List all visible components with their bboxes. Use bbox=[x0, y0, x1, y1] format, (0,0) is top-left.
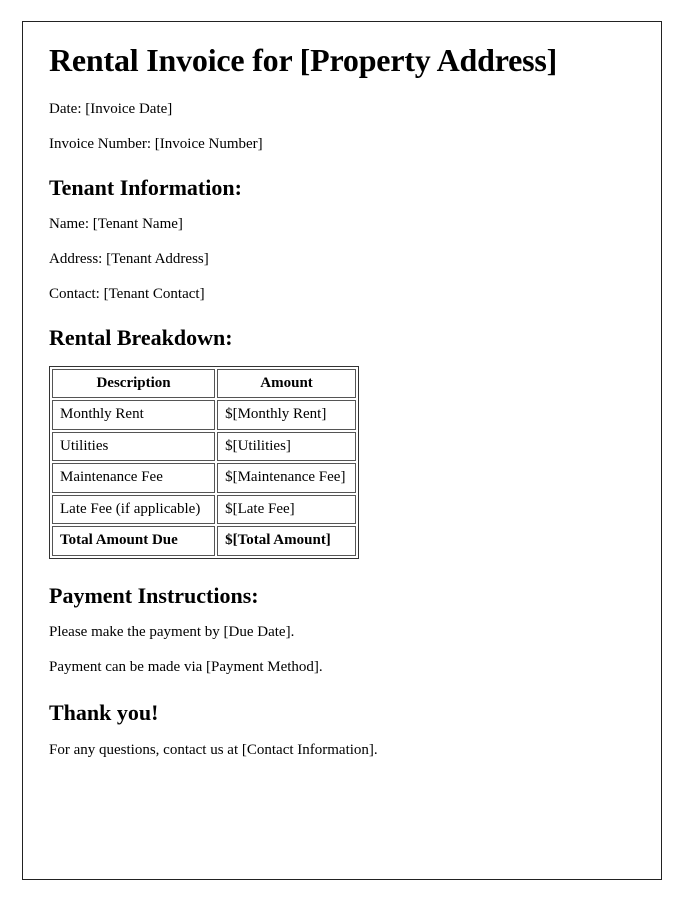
table-row: Monthly Rent $[Monthly Rent] bbox=[52, 400, 356, 430]
table-cell-description: Monthly Rent bbox=[52, 400, 216, 430]
table-cell-amount: $[Total Amount] bbox=[217, 526, 356, 556]
table-cell-amount: $[Utilities] bbox=[217, 431, 356, 462]
document-page-frame: Rental Invoice for [Property Address] Da… bbox=[22, 21, 662, 880]
table-header-cell-description: Description bbox=[52, 368, 216, 399]
table-cell-amount: $[Monthly Rent] bbox=[217, 400, 356, 430]
document-body: Rental Invoice for [Property Address] Da… bbox=[49, 40, 641, 759]
payment-due-line: Please make the payment by [Due Date]. bbox=[49, 624, 295, 641]
page-title: Rental Invoice for [Property Address] bbox=[49, 42, 558, 78]
table-cell-description: Total Amount Due bbox=[52, 526, 216, 556]
table-body: Monthly Rent $[Monthly Rent] Utilities $[Ut… bbox=[52, 400, 356, 556]
table-row: Total Amount Due $[Total Amount] bbox=[52, 526, 356, 556]
table-row: Late Fee (if applicable) $[Late Fee] bbox=[52, 494, 356, 525]
table-row: Utilities $[Utilities] bbox=[52, 431, 356, 462]
tenant-address-line: Address: [Tenant Address] bbox=[49, 251, 209, 268]
thank-you-heading: Thank you! bbox=[49, 700, 159, 726]
table-cell-amount: $[Maintenance Fee] bbox=[217, 463, 356, 493]
table-header-cell-amount: Amount bbox=[217, 368, 356, 399]
payment-instructions-heading: Payment Instructions: bbox=[49, 582, 259, 608]
contact-questions-line: For any questions, contact us at [Contac… bbox=[49, 741, 378, 758]
rental-breakdown-heading: Rental Breakdown: bbox=[49, 325, 233, 351]
payment-method-line: Payment can be made via [Payment Method]… bbox=[49, 659, 323, 676]
invoice-date-line: Date: [Invoice Date] bbox=[49, 101, 173, 117]
table-cell-description: Late Fee (if applicable) bbox=[52, 494, 216, 525]
tenant-contact-line: Contact: [Tenant Contact] bbox=[49, 286, 205, 303]
tenant-name-line: Name: [Tenant Name] bbox=[49, 216, 183, 233]
table-cell-description: Maintenance Fee bbox=[52, 463, 216, 493]
rental-breakdown-table: Description Amount Monthly Rent $[Monthly … bbox=[49, 365, 359, 559]
table-header-row: Description Amount bbox=[52, 368, 356, 399]
tenant-information-heading: Tenant Information: bbox=[49, 175, 242, 200]
table-row: Maintenance Fee $[Maintenance Fee] bbox=[52, 463, 356, 493]
table-cell-amount: $[Late Fee] bbox=[217, 494, 356, 525]
table-cell-description: Utilities bbox=[52, 431, 216, 462]
invoice-number-line: Invoice Number: [Invoice Number] bbox=[49, 136, 263, 152]
rental-breakdown-table-wrapper: Description Amount Monthly Rent $[Monthly … bbox=[49, 365, 641, 559]
